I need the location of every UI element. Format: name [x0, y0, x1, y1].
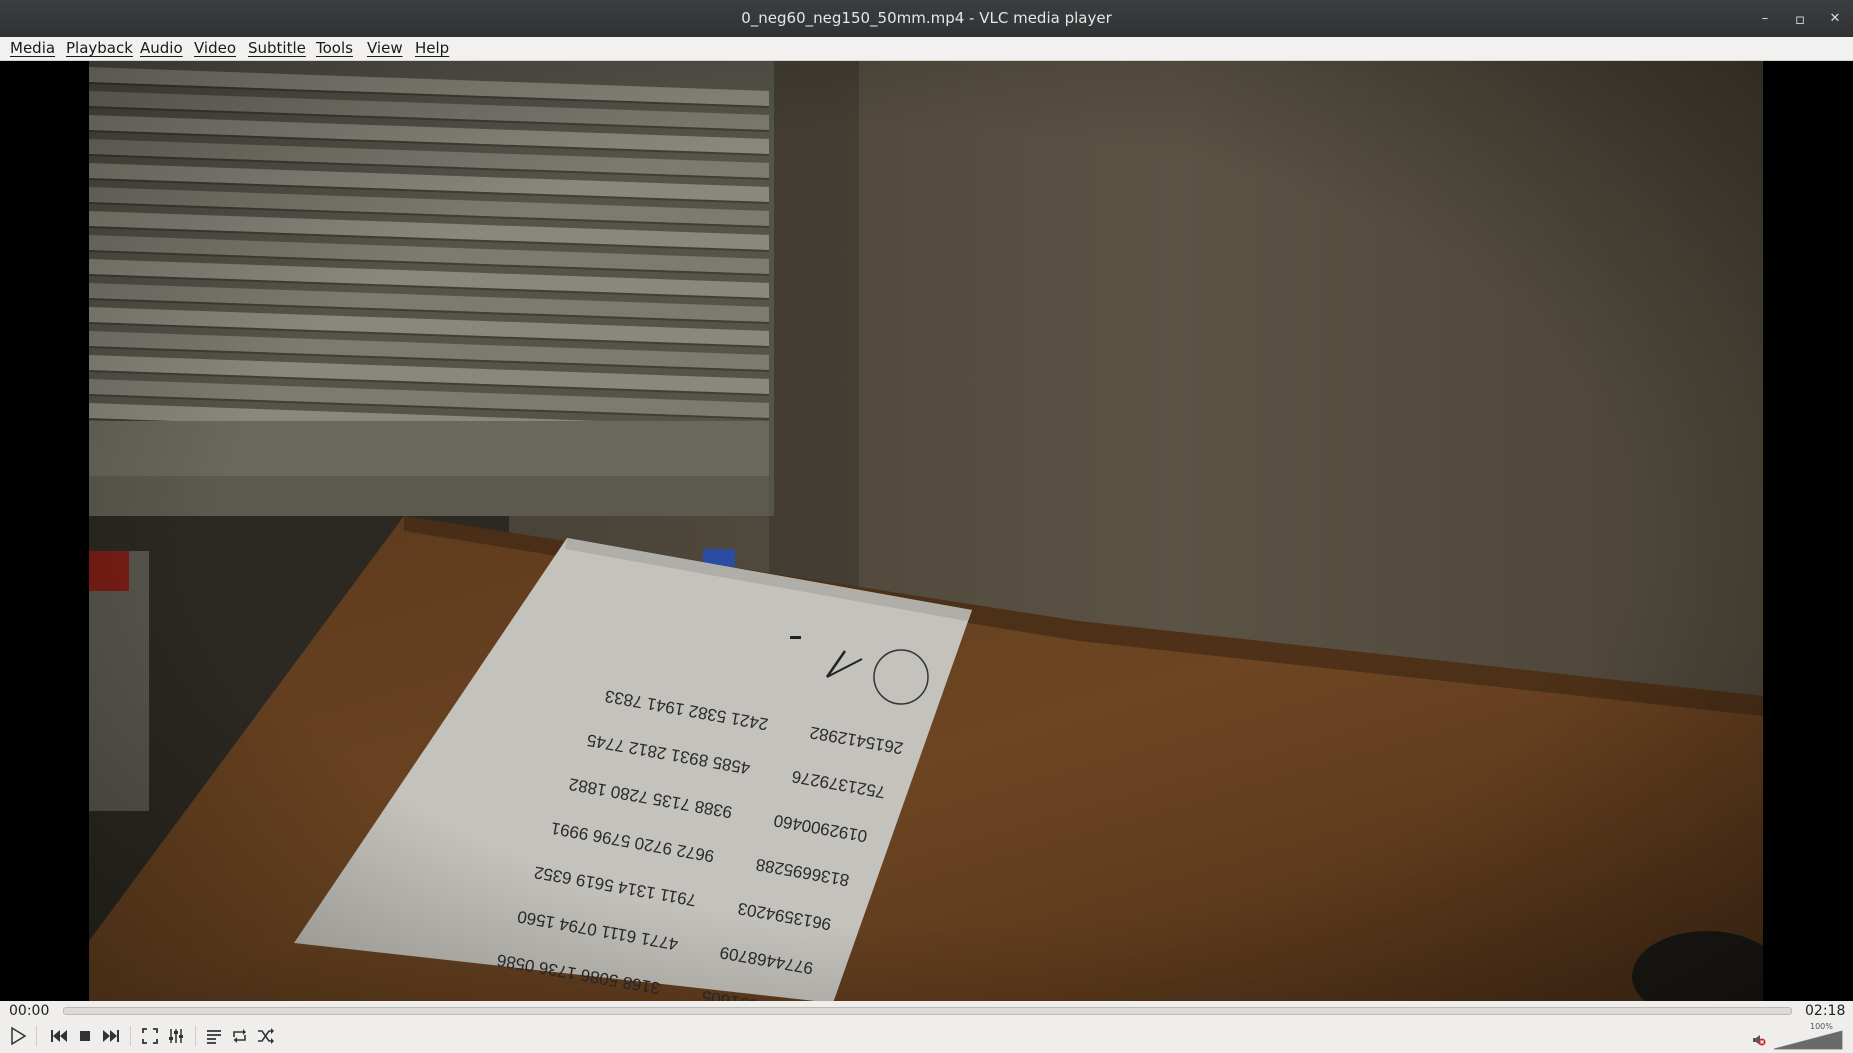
video-scene: 26154129822421 5382 1941 783375213792764… [89, 61, 1763, 1001]
shuffle-icon [258, 1028, 274, 1044]
menu-audio[interactable]: Audio [138, 37, 185, 60]
extended-settings-icon [169, 1029, 183, 1043]
next-button[interactable] [99, 1024, 123, 1048]
playlist-icon [207, 1030, 221, 1044]
next-icon [103, 1030, 119, 1042]
close-button[interactable]: ✕ [1822, 6, 1848, 32]
stop-icon [80, 1031, 90, 1041]
maximize-button[interactable]: ▫ [1787, 6, 1813, 32]
title-bar: 0_neg60_neg150_50mm.mp4 - VLC media play… [0, 0, 1853, 37]
mute-icon[interactable] [1752, 1033, 1766, 1047]
separator [36, 1026, 37, 1046]
stop-button[interactable] [73, 1024, 97, 1048]
previous-icon [51, 1030, 67, 1042]
menu-tools[interactable]: Tools [314, 37, 355, 60]
video-frame[interactable]: 26154129822421 5382 1941 783375213792764… [89, 61, 1763, 1001]
separator [195, 1026, 196, 1046]
menu-media[interactable]: Media [8, 37, 57, 60]
seek-slider[interactable] [63, 1007, 1792, 1015]
extended-settings-button[interactable] [164, 1024, 188, 1048]
menu-help[interactable]: Help [413, 37, 451, 60]
menu-subtitle[interactable]: Subtitle [246, 37, 308, 60]
total-time: 02:18 [1805, 1003, 1846, 1019]
play-button[interactable] [6, 1024, 30, 1048]
elapsed-time: 00:00 [9, 1003, 50, 1019]
menu-video[interactable]: Video [192, 37, 238, 60]
menu-bar: Media Playback Audio Video Subtitle Tool… [0, 37, 1853, 61]
control-bar: 100% [0, 1020, 1853, 1053]
playlist-button[interactable] [202, 1024, 226, 1048]
minimize-button[interactable]: – [1752, 6, 1778, 32]
menu-playback[interactable]: Playback [64, 37, 135, 60]
fullscreen-icon [142, 1028, 158, 1044]
video-area[interactable]: 26154129822421 5382 1941 783375213792764… [0, 61, 1853, 1001]
fullscreen-button[interactable] [138, 1024, 162, 1048]
seek-row: 00:00 02:18 [0, 1001, 1853, 1020]
separator [130, 1026, 131, 1046]
previous-button[interactable] [47, 1024, 71, 1048]
window-title: 0_neg60_neg150_50mm.mp4 - VLC media play… [741, 9, 1112, 27]
menu-view[interactable]: View [365, 37, 405, 60]
play-icon [11, 1027, 27, 1045]
loop-button[interactable] [228, 1024, 252, 1048]
volume-control[interactable]: 100% [1752, 1022, 1848, 1051]
volume-slider[interactable] [1772, 1029, 1844, 1051]
shuffle-button[interactable] [254, 1024, 278, 1048]
loop-icon [233, 1029, 246, 1043]
